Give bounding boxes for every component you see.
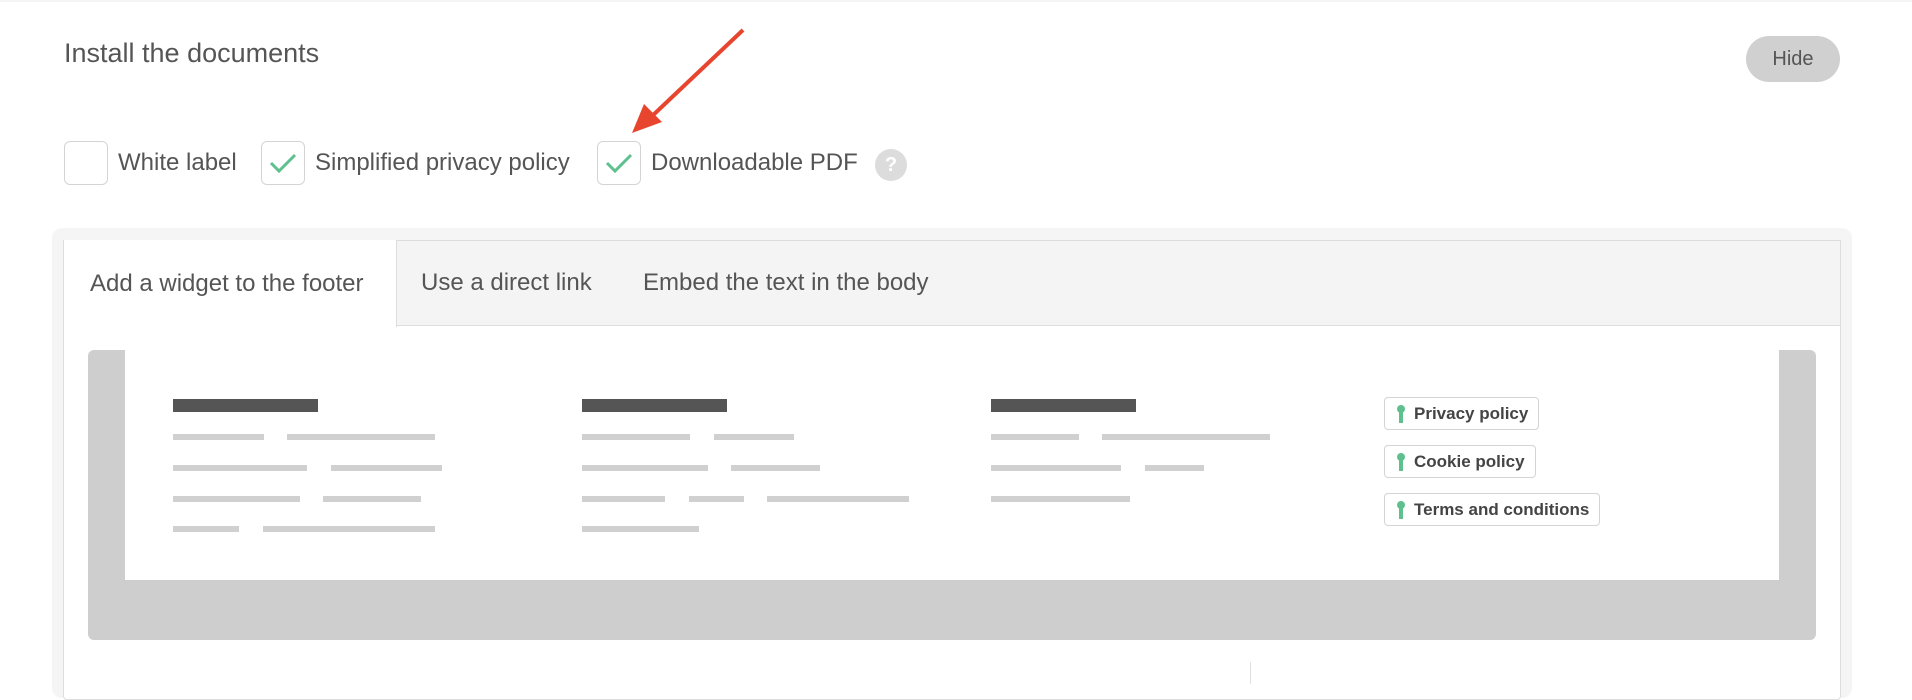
tab-embed-text[interactable]: Embed the text in the body: [643, 240, 929, 326]
privacy-policy-link[interactable]: Privacy policy: [1384, 397, 1540, 430]
placeholder-line: [582, 465, 708, 471]
terms-and-conditions-label: Terms and conditions: [1414, 499, 1590, 519]
placeholder-line: [287, 434, 435, 440]
placeholder-line: [173, 526, 239, 532]
placeholder-line: [582, 496, 665, 502]
placeholder-line: [331, 465, 442, 471]
placeholder-line: [263, 526, 435, 532]
placeholder-line: [173, 496, 300, 502]
placeholder-line: [714, 434, 794, 440]
placeholder-line: [173, 434, 264, 440]
placeholder-line: [323, 496, 421, 502]
panel-divider: [1250, 662, 1251, 684]
placeholder-line: [1102, 434, 1270, 440]
placeholder-line: [767, 496, 909, 502]
placeholder-line: [689, 496, 744, 502]
placeholder-line: [731, 465, 820, 471]
tab-widget-footer[interactable]: Add a widget to the footer: [63, 240, 397, 327]
keyhole-icon: [1397, 404, 1405, 423]
tab-direct-link[interactable]: Use a direct link: [421, 240, 592, 326]
placeholder-heading: [991, 399, 1136, 412]
privacy-policy-label: Privacy policy: [1414, 403, 1529, 423]
keyhole-icon: [1397, 500, 1405, 519]
placeholder-line: [582, 434, 690, 440]
placeholder-line: [991, 496, 1130, 502]
terms-and-conditions-link[interactable]: Terms and conditions: [1384, 493, 1601, 526]
cookie-policy-link[interactable]: Cookie policy: [1384, 445, 1536, 478]
placeholder-line: [991, 465, 1121, 471]
placeholder-line: [1145, 465, 1204, 471]
cookie-policy-label: Cookie policy: [1414, 451, 1525, 471]
placeholder-line: [582, 526, 699, 532]
placeholder-line: [991, 434, 1079, 440]
placeholder-line: [173, 465, 307, 471]
placeholder-heading: [582, 399, 727, 412]
keyhole-icon: [1397, 452, 1405, 471]
placeholder-heading: [173, 399, 318, 412]
